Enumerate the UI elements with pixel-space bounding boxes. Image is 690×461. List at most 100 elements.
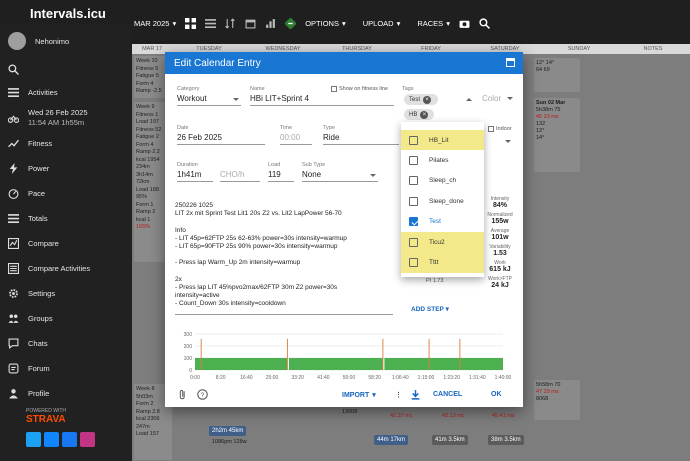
cho-field[interactable]: CHO/h <box>220 162 260 182</box>
sidebar-item-label: Totals <box>28 214 48 223</box>
twitter-icon[interactable] <box>26 432 41 447</box>
tag-option[interactable]: Sleep_done <box>401 191 484 211</box>
tag-option[interactable]: Tttt <box>401 252 484 273</box>
races-menu[interactable]: RACES ▾ <box>417 19 450 28</box>
chevron-down-icon[interactable] <box>505 140 511 143</box>
social-links <box>26 432 95 447</box>
tag-chip[interactable]: HB × <box>404 109 434 120</box>
dialog-header: Edit Calendar Entry <box>165 52 523 74</box>
weather-card[interactable]: 12° 14° 64 69 <box>534 58 580 92</box>
checkbox-icon[interactable] <box>409 258 418 268</box>
sidebar-item-chats[interactable]: Chats <box>0 331 132 356</box>
close-icon[interactable]: × <box>420 110 429 119</box>
tags-field[interactable]: Tags <box>402 86 474 101</box>
sidebar-item-pace[interactable]: Pace <box>0 181 132 206</box>
date-value: 26 Feb 2025 <box>177 133 265 145</box>
sidebar-item-activities[interactable]: Activities <box>0 80 132 105</box>
sidebar-item-profile[interactable]: Profile <box>0 381 132 406</box>
sidebar-item-settings[interactable]: Settings <box>0 281 132 306</box>
list-view-icon[interactable] <box>205 18 217 29</box>
checkbox-icon[interactable] <box>409 237 418 247</box>
sidebar-item-compare-activities[interactable]: Compare Activities <box>0 256 132 281</box>
load-value: 119 <box>268 170 294 182</box>
download-icon[interactable] <box>410 389 421 400</box>
add-step-button[interactable]: ADD STEP ▾ <box>411 305 449 313</box>
bolt-icon <box>9 163 18 174</box>
color-placeholder: Color <box>482 94 502 103</box>
description-textarea[interactable]: 250226 1025 LIT 2x mit Sprint Test Lit1 … <box>175 202 393 315</box>
chip-label: 38m 3.5km <box>491 437 521 443</box>
search-icon[interactable] <box>479 17 490 29</box>
tag-option[interactable]: Pilates <box>401 150 484 170</box>
day-card[interactable]: 5h58m 70 47 29 ms 8068 <box>534 380 580 420</box>
subtype-field[interactable]: Sub Type None <box>302 162 378 182</box>
calendar-note: 45.41 ms <box>492 413 515 419</box>
sidebar-item-groups[interactable]: Groups <box>0 306 132 331</box>
options-menu[interactable]: OPTIONS ▾ <box>305 19 346 28</box>
date-field[interactable]: Date 26 Feb 2025 <box>177 125 265 145</box>
close-icon[interactable]: × <box>423 95 432 104</box>
activity-chip[interactable]: 2h2m 45km <box>209 426 247 436</box>
attach-icon[interactable] <box>177 389 188 400</box>
activity-chip[interactable]: 41m 3.5km <box>432 435 468 445</box>
sidebar-item-current-activity[interactable]: Wed 26 Feb 2025 11:54 AM 1h55m <box>0 105 132 131</box>
x-tick-label: 41:40 <box>317 375 330 381</box>
maximize-icon[interactable] <box>506 58 515 67</box>
tag-chip[interactable]: Test × <box>404 94 438 105</box>
category-field[interactable]: Category Workout <box>177 86 241 106</box>
sidebar-item-power[interactable]: Power <box>0 156 132 181</box>
search-icon <box>8 63 19 75</box>
cancel-button[interactable]: CANCEL <box>433 391 462 398</box>
activity-chip[interactable]: 38m 3.5km <box>488 435 524 445</box>
color-field[interactable]: Color <box>482 94 515 106</box>
import-button[interactable]: IMPORT ▾ <box>342 391 376 400</box>
upload-menu[interactable]: UPLOAD ▾ <box>363 19 401 28</box>
sync-icon[interactable] <box>285 17 297 29</box>
show-fitness-checkbox[interactable]: Show on fitness line <box>331 86 388 92</box>
sidebar-item-fitness[interactable]: Fitness <box>0 131 132 156</box>
tag-option[interactable]: Sleep_ch <box>401 171 484 191</box>
calendar-icon[interactable] <box>245 18 256 29</box>
day-card-sun-02-mar[interactable]: Sun 02 Mar 5h38m 75 45 23 ms 132 12° 14° <box>534 98 580 172</box>
workout-power-chart[interactable]: 300 200 100 0 0:00 8:20 16:40 25:00 33:20 41:40 50… <box>175 330 513 385</box>
list-icon <box>8 88 19 98</box>
sidebar-item-label: Forum <box>28 364 50 373</box>
load-field[interactable]: Load 119 <box>268 162 294 182</box>
help-icon[interactable]: ? <box>197 389 208 400</box>
duration-field[interactable]: Duration 1h41m <box>177 162 213 182</box>
workout-stats: Intensity 84% Normalized 155w Average 101w … <box>480 196 520 292</box>
sidebar-item-compare[interactable]: Compare <box>0 231 132 256</box>
facebook-icon[interactable] <box>62 432 77 447</box>
instagram-icon[interactable] <box>80 432 95 447</box>
grid-view-icon[interactable] <box>185 17 197 29</box>
type-field[interactable]: Type Ride <box>323 125 399 145</box>
checkbox-icon[interactable] <box>409 176 418 186</box>
ok-button[interactable]: OK <box>491 391 502 398</box>
sidebar-item-totals[interactable]: Totals <box>0 206 132 231</box>
app-title[interactable]: Intervals.icu <box>30 6 106 21</box>
indoor-checkbox[interactable]: Indoor <box>488 126 512 132</box>
sort-icon[interactable] <box>225 17 236 29</box>
time-field[interactable]: Time 00:00 <box>280 125 312 145</box>
chart-icon[interactable] <box>265 18 276 29</box>
camera-icon[interactable] <box>459 18 470 29</box>
sidebar-user[interactable]: Nehonimo <box>0 24 132 58</box>
checkbox-icon[interactable] <box>409 135 418 145</box>
tag-option[interactable]: Ticu2 <box>401 231 484 253</box>
activity-chip[interactable]: 44m 17km <box>374 435 409 445</box>
month-selector[interactable]: MAR 2025 ▾ <box>134 19 176 28</box>
bluesky-icon[interactable] <box>44 432 59 447</box>
tag-option[interactable]: Test <box>401 212 484 232</box>
sidebar-item-search[interactable] <box>0 58 132 80</box>
sidebar-item-forum[interactable]: Forum <box>0 356 132 381</box>
checkbox-icon[interactable] <box>409 196 418 206</box>
y-tick-label: 0 <box>189 368 192 374</box>
checkbox-checked-icon[interactable] <box>409 217 418 227</box>
tag-option[interactable]: HB_Lit <box>401 130 484 151</box>
import-label: IMPORT <box>342 391 370 399</box>
tags-dropdown: HB_Lit Pilates Sleep_ch Sleep_done Test Ticu2… <box>401 122 484 277</box>
ok-label: OK <box>491 391 502 398</box>
checkbox-icon[interactable] <box>409 156 418 166</box>
tag-option-label: Ticu2 <box>429 238 445 246</box>
more-menu-icon[interactable]: ⋮ <box>395 391 402 399</box>
